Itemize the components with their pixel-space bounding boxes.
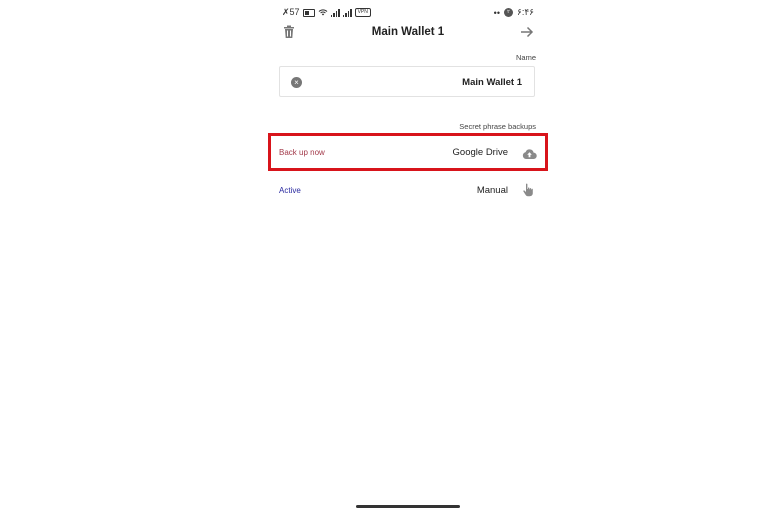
forward-button[interactable] bbox=[520, 25, 534, 39]
vpn-badge: VPN bbox=[354, 8, 371, 17]
backup-status: Active bbox=[279, 186, 301, 195]
wifi-icon bbox=[318, 8, 328, 18]
signal-icon-2 bbox=[342, 8, 352, 17]
wallet-name-field[interactable]: × Main Wallet 1 bbox=[279, 66, 535, 97]
name-label: Name bbox=[515, 53, 536, 62]
status-right: •• ۲ ۶:۴۶ bbox=[494, 7, 534, 18]
backup-service: Manual bbox=[476, 185, 508, 196]
phone-screen: ✗57 VPN •• ۲ ۶:۴۶ Main Wallet 1 Name × M… bbox=[268, 0, 548, 512]
arrow-right-icon bbox=[521, 26, 534, 38]
backup-status: Back up now bbox=[279, 148, 325, 157]
backup-service: Google Drive bbox=[452, 147, 508, 158]
signal-icon bbox=[330, 8, 340, 17]
cloud-upload-icon bbox=[522, 147, 537, 160]
hand-pointer-icon bbox=[522, 183, 536, 197]
clear-input-icon[interactable]: × bbox=[291, 77, 302, 88]
header: Main Wallet 1 bbox=[268, 22, 548, 44]
backup-row-manual[interactable]: Active Manual bbox=[268, 172, 548, 206]
status-left-text: ✗57 bbox=[282, 7, 300, 17]
notification-badge: ۲ bbox=[503, 8, 513, 17]
status-left: ✗57 VPN bbox=[282, 7, 371, 18]
battery-icon bbox=[302, 8, 315, 17]
wallet-name-value: Main Wallet 1 bbox=[462, 77, 522, 88]
backup-row-google-drive[interactable]: Back up now Google Drive bbox=[268, 135, 548, 169]
status-bar: ✗57 VPN •• ۲ ۶:۴۶ bbox=[268, 4, 548, 20]
home-indicator[interactable] bbox=[356, 505, 460, 508]
status-dots: •• bbox=[493, 7, 500, 18]
page-title: Main Wallet 1 bbox=[371, 26, 445, 38]
backups-label: Secret phrase backups bbox=[459, 122, 536, 131]
status-clock: ۶:۴۶ bbox=[516, 7, 534, 17]
